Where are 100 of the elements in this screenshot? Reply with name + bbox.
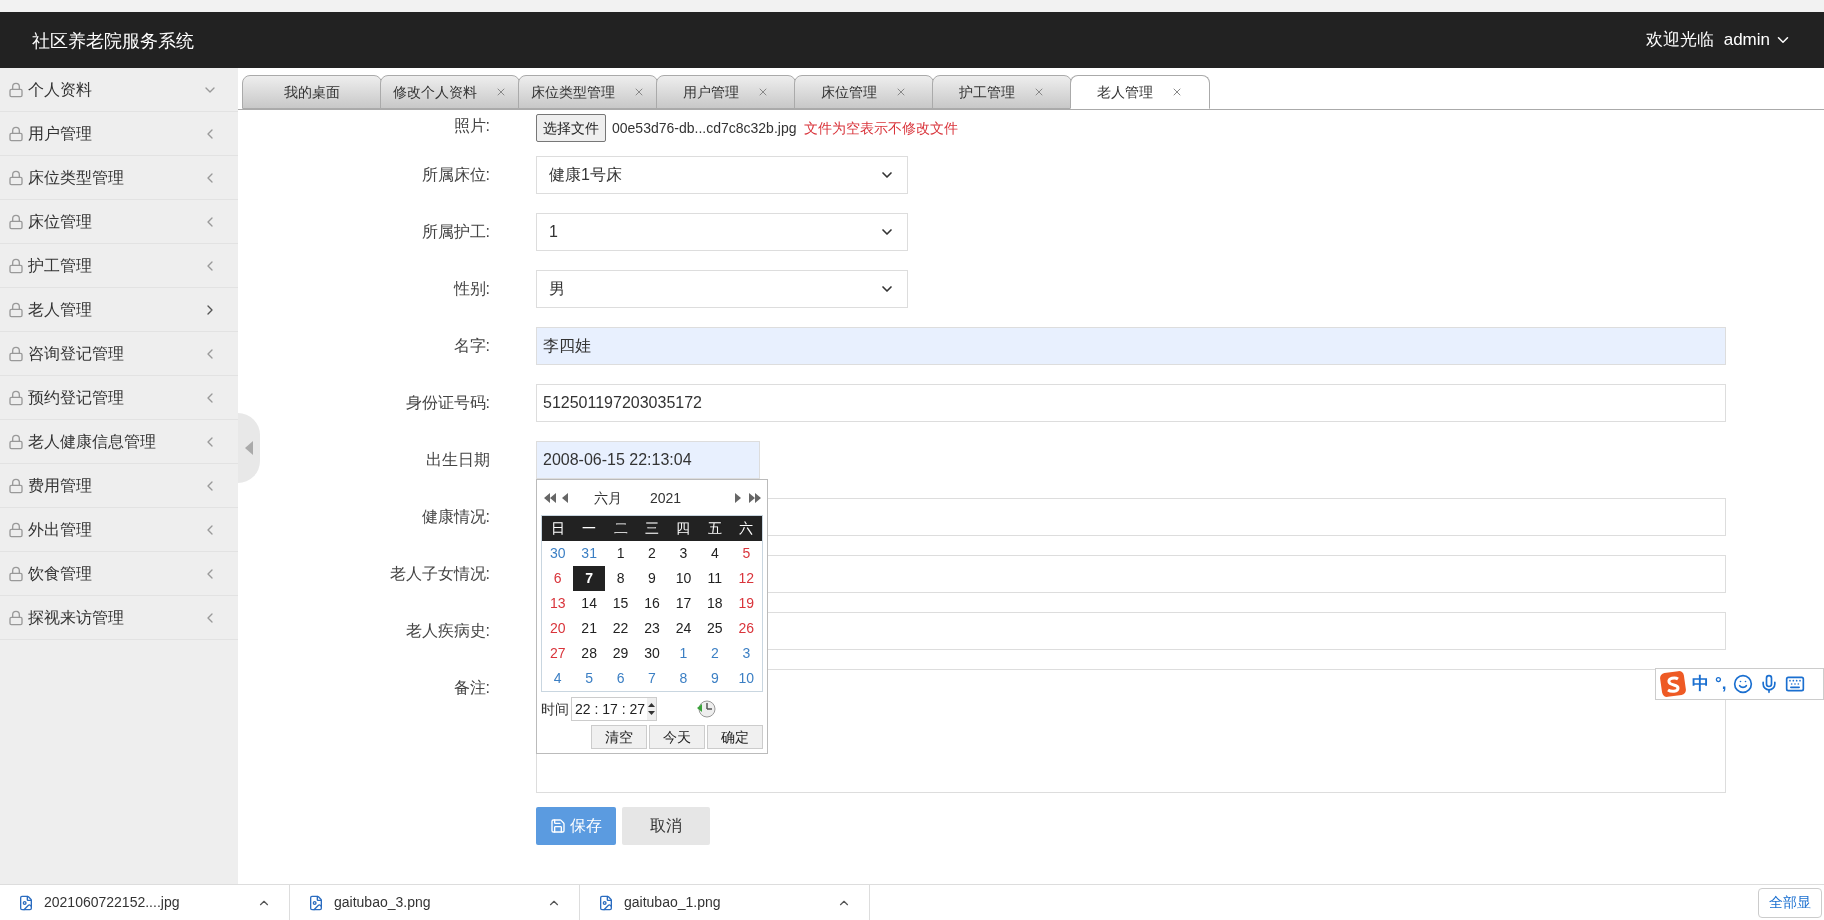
calendar-day[interactable]: 12: [730, 566, 762, 591]
sidebar-item[interactable]: 探视来访管理: [0, 596, 238, 640]
calendar-day[interactable]: 28: [573, 641, 605, 666]
calendar-day[interactable]: 10: [730, 666, 762, 691]
close-icon[interactable]: [495, 86, 507, 98]
input-field[interactable]: 512501197203035172: [536, 384, 1726, 422]
tab[interactable]: 床位管理: [794, 75, 934, 109]
sidebar-item[interactable]: 费用管理: [0, 464, 238, 508]
calendar-day[interactable]: 9: [636, 566, 668, 591]
close-icon[interactable]: [1033, 86, 1045, 98]
sidebar-item[interactable]: 饮食管理: [0, 552, 238, 596]
sidebar-item[interactable]: 床位类型管理: [0, 156, 238, 200]
calendar-day[interactable]: 24: [667, 616, 700, 641]
calendar-day[interactable]: 1: [667, 641, 700, 666]
calendar-day[interactable]: 13: [542, 591, 574, 616]
calendar-day[interactable]: 19: [730, 591, 762, 616]
calendar-day[interactable]: 16: [636, 591, 668, 616]
calendar-day[interactable]: 7: [636, 666, 668, 691]
calendar-day[interactable]: 10: [667, 566, 700, 591]
calendar-day[interactable]: 18: [699, 591, 731, 616]
choose-file-button[interactable]: 选择文件: [536, 114, 606, 142]
calendar-day[interactable]: 4: [699, 541, 731, 566]
time-field[interactable]: 22 : 17 : 27: [571, 697, 658, 721]
close-icon[interactable]: [757, 86, 769, 98]
calendar-day[interactable]: 6: [604, 666, 637, 691]
calendar-day[interactable]: 6: [542, 566, 574, 591]
calendar-day[interactable]: 8: [604, 566, 637, 591]
calendar-day[interactable]: 26: [730, 616, 762, 641]
spinner-icon[interactable]: [647, 698, 657, 720]
next-month-icon[interactable]: [735, 493, 741, 503]
calendar-day[interactable]: 3: [730, 641, 762, 666]
calendar-day[interactable]: 21: [573, 616, 605, 641]
tab[interactable]: 我的桌面: [242, 75, 382, 109]
date-field[interactable]: 2008-06-15 22:13:04: [536, 441, 760, 479]
close-icon[interactable]: [1171, 86, 1183, 98]
cancel-button[interactable]: 取消: [622, 807, 710, 845]
select-field[interactable]: 1: [536, 213, 908, 251]
tab[interactable]: 床位类型管理: [518, 75, 658, 109]
calendar-day[interactable]: 7: [573, 566, 605, 591]
user-menu[interactable]: admin: [1723, 27, 1792, 53]
previous-month-icon[interactable]: [562, 493, 568, 503]
calendar-day[interactable]: 2: [636, 541, 668, 566]
field-label: 身份证号码:: [404, 393, 490, 413]
calendar-day[interactable]: 25: [699, 616, 731, 641]
sidebar-item[interactable]: 个人资料: [0, 68, 238, 112]
picker-button[interactable]: 清空: [591, 725, 647, 749]
calendar-day[interactable]: 20: [542, 616, 574, 641]
close-icon[interactable]: [895, 86, 907, 98]
picker-button[interactable]: 确定: [707, 725, 763, 749]
calendar-day[interactable]: 4: [542, 666, 574, 691]
previous-year-icon[interactable]: [544, 493, 556, 503]
tab[interactable]: 用户管理: [656, 75, 796, 109]
calendar-day[interactable]: 15: [604, 591, 637, 616]
month-label[interactable]: 六月: [594, 487, 622, 509]
download-item[interactable]: 2021060722152....jpg: [44, 892, 180, 913]
picker-button[interactable]: 今天: [649, 725, 705, 749]
calendar-day[interactable]: 8: [667, 666, 700, 691]
calendar-day[interactable]: 5: [573, 666, 605, 691]
calendar-day[interactable]: 31: [573, 541, 605, 566]
collapse-handle[interactable]: [238, 413, 260, 483]
sidebar-item[interactable]: 护工管理: [0, 244, 238, 288]
calendar-day[interactable]: 22: [604, 616, 637, 641]
weekday-header: 五: [706, 519, 723, 538]
calendar-day[interactable]: 17: [667, 591, 700, 616]
input-field[interactable]: 李四娃: [536, 327, 1726, 365]
lock-icon: [8, 389, 24, 406]
calendar-day[interactable]: 14: [573, 591, 605, 616]
calendar-day[interactable]: 3: [667, 541, 700, 566]
calendar-day[interactable]: 23: [636, 616, 668, 641]
ime-mode[interactable]: 中: [1692, 671, 1709, 697]
keyboard-icon[interactable]: [1784, 674, 1805, 694]
ime-punctuation[interactable]: °,: [1715, 671, 1727, 697]
next-year-icon[interactable]: [749, 493, 761, 503]
clock-icon[interactable]: [695, 698, 718, 720]
close-icon[interactable]: [633, 86, 645, 98]
calendar-day[interactable]: 29: [604, 641, 637, 666]
calendar-day[interactable]: 11: [699, 566, 731, 591]
select-field[interactable]: 健康1号床: [536, 156, 908, 194]
sidebar-item[interactable]: 用户管理: [0, 112, 238, 156]
sidebar-item[interactable]: 咨询登记管理: [0, 332, 238, 376]
calendar-day[interactable]: 2: [699, 641, 731, 666]
calendar-day[interactable]: 30: [542, 541, 574, 566]
calendar-day[interactable]: 27: [542, 641, 574, 666]
sidebar-item[interactable]: 床位管理: [0, 200, 238, 244]
tab[interactable]: 老人管理: [1070, 75, 1210, 109]
calendar-day[interactable]: 9: [699, 666, 731, 691]
sidebar-item[interactable]: 预约登记管理: [0, 376, 238, 420]
download-item[interactable]: gaitubao_1.png: [624, 892, 721, 913]
sidebar-item[interactable]: 外出管理: [0, 508, 238, 552]
emoji-icon[interactable]: [1732, 674, 1753, 694]
tab[interactable]: 护工管理: [932, 75, 1072, 109]
sidebar-item[interactable]: 老人管理: [0, 288, 238, 332]
select-field[interactable]: 男: [536, 270, 908, 308]
calendar-day[interactable]: 1: [604, 541, 637, 566]
calendar-day[interactable]: 5: [730, 541, 762, 566]
calendar-day[interactable]: 30: [636, 641, 668, 666]
show-all-button[interactable]: 全部显: [1758, 887, 1822, 918]
download-item[interactable]: gaitubao_3.png: [334, 892, 431, 913]
year-label[interactable]: 2021: [650, 487, 682, 509]
tab[interactable]: 修改个人资料: [380, 75, 520, 109]
